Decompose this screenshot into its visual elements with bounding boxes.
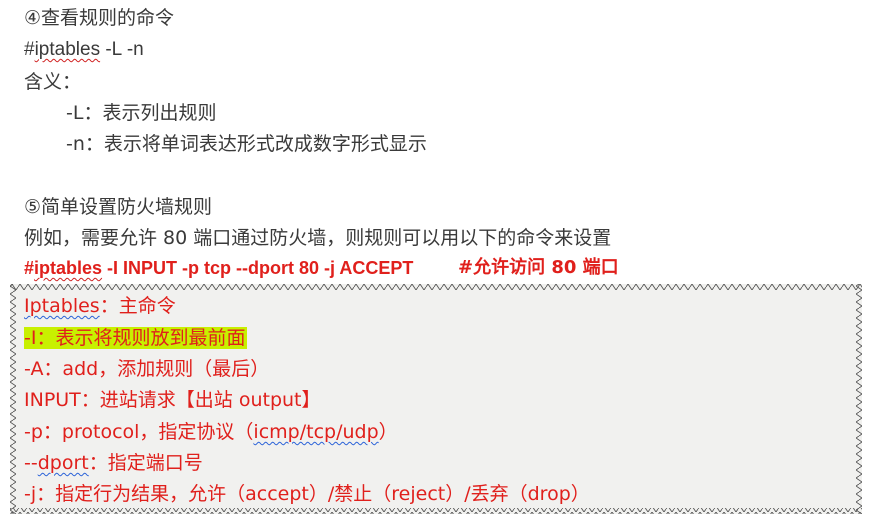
box-word-dport: dport (37, 452, 89, 474)
explanation-box: Iptables：主命令 -I：表示将规则放到最前面 -A：add，添加规则（最… (10, 284, 862, 514)
box-line-main-command: Iptables：主命令 (24, 292, 176, 320)
highlighted-text: -I：表示将规则放到最前面 (24, 327, 248, 349)
section4-command: #iptables -L -n (24, 36, 144, 64)
option-l-description: -L：表示列出规则 (66, 102, 217, 124)
section5-command: #iptables -I INPUT -p tcp --dport 80 -j … (24, 254, 413, 282)
box-word-iptables: Iptables (24, 295, 100, 317)
section5-heading: ⑤简单设置防火墙规则 (24, 196, 213, 218)
box-text: ：主命令 (99, 295, 176, 317)
meaning-label: 含义： (24, 71, 82, 93)
box-line-insert: -I：表示将规则放到最前面 (24, 324, 248, 352)
command-comment: #允许访问 80 端口 (458, 257, 619, 278)
box-text: ：指定端口号 (88, 452, 203, 474)
command-word: iptables (34, 258, 103, 278)
box-line-dport: --dport：指定端口号 (24, 449, 203, 477)
section5-intro: 例如，需要允许 80 端口通过防火墙，则规则可以用以下的命令来设置 (24, 227, 612, 249)
section4-heading: ④查看规则的命令 (24, 7, 175, 29)
command-prefix: # (24, 258, 35, 278)
command-word: iptables (34, 39, 101, 60)
box-line-append: -A：add，添加规则（最后） (24, 358, 270, 380)
command-args: -I INPUT -p tcp --dport 80 -j ACCEPT (102, 258, 414, 278)
box-text: -- (24, 452, 38, 474)
command-args: -L -n (100, 39, 144, 60)
command-prefix: # (24, 39, 35, 60)
box-line-protocol: -p：protocol，指定协议（icmp/tcp/udp） (24, 418, 398, 446)
box-line-jump: -j：指定行为结果，允许（accept）/禁止（reject）/丢弃（drop） (24, 483, 590, 505)
box-word-protocols: icmp/tcp/udp (253, 421, 379, 443)
box-text: -p：protocol，指定协议（ (24, 421, 254, 443)
option-n-description: -n：表示将单词表达形式改成数字形式显示 (66, 133, 427, 155)
box-line-input: INPUT：进站请求【出站 output】 (24, 389, 321, 411)
box-text: ） (378, 421, 398, 443)
